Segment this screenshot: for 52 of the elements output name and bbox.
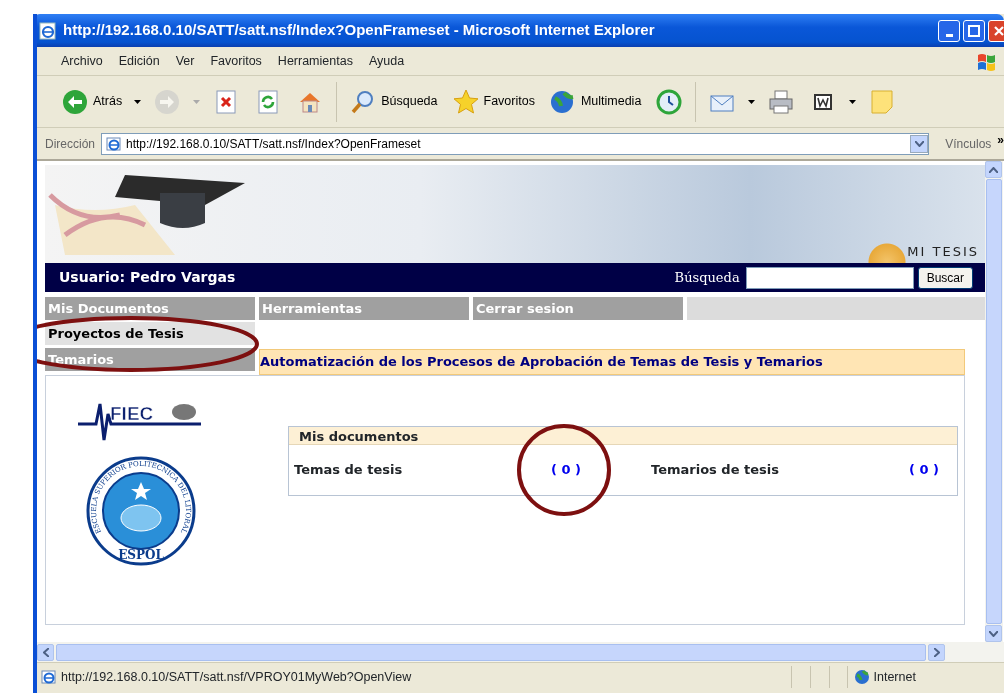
maximize-button[interactable] [963, 19, 985, 42]
browser-page-icon [39, 21, 57, 40]
menu-item[interactable]: Archivo [61, 51, 103, 71]
minimize-button[interactable] [938, 19, 960, 42]
horizontal-scrollbar[interactable] [37, 642, 1004, 662]
menu-item[interactable]: Favoritos [210, 51, 262, 71]
document-count[interactable]: ( 0 ) [551, 462, 581, 478]
globe-icon [854, 669, 871, 685]
star-icon [451, 87, 480, 116]
zone-text: Internet [873, 668, 916, 686]
browser-page-icon [106, 135, 122, 152]
dropdown-item[interactable]: Proyectos de Tesis [45, 322, 255, 345]
window-title: http://192.168.0.10/SATT/satt.nsf/Index?OpenFrameset - Microsoft Internet Explorer [63, 20, 655, 41]
scroll-up-icon [989, 166, 998, 173]
document-count[interactable]: ( 0 ) [909, 462, 939, 478]
menu-item[interactable]: Herramientas [277, 51, 353, 71]
minimize-icon [945, 34, 953, 37]
scroll-left-icon [42, 647, 49, 657]
status-text: http://192.168.0.10/SATT/satt.nsf/VPROY01MyWeb?OpenView [61, 668, 413, 686]
clock-icon [655, 87, 684, 116]
search-label: Búsqueda [674, 268, 740, 287]
toolbar-button[interactable]: Multimedia [546, 85, 644, 118]
panel-heading: Mis documentos [289, 427, 957, 445]
scroll-right-icon [933, 647, 940, 657]
document-label: Temarios de tesis [651, 461, 780, 480]
search-button[interactable]: Buscar [917, 266, 973, 289]
toolbar-button[interactable]: Favoritos [449, 85, 537, 118]
close-icon [993, 24, 1004, 37]
menu-item[interactable]: Edición [118, 51, 160, 71]
scroll-down-icon [989, 630, 998, 637]
links-label[interactable]: Vínculos [945, 134, 992, 153]
maximize-icon [968, 24, 980, 37]
search-field[interactable] [745, 266, 914, 289]
menu-item[interactable]: Ayuda [368, 51, 405, 71]
document-label: Temas de tesis [294, 461, 404, 480]
page-title: Automatización de los Procesos de Aprobación de Temas de Tesis y Temarios [259, 349, 965, 375]
browser-page-icon [41, 669, 57, 685]
vertical-scrollbar[interactable] [985, 161, 1003, 642]
toolbar-button[interactable]: Búsqueda [347, 85, 440, 118]
user-name: Usuario: Pedro Vargas [59, 268, 236, 287]
dropdown-caret-icon[interactable] [748, 99, 756, 104]
windows-logo-icon [976, 51, 998, 71]
close-button[interactable] [988, 19, 1004, 42]
more-chevron[interactable]: » [997, 130, 1004, 149]
menu-item[interactable]: Ver [175, 51, 195, 71]
printer-icon [767, 87, 796, 116]
address-label: Dirección [45, 135, 95, 153]
dropdown-caret-icon[interactable] [134, 99, 142, 104]
toolbar-button[interactable]: Atrás [59, 85, 125, 118]
address-field[interactable]: http://192.168.0.10/SATT/satt.nsf/Index?OpenFrameset [101, 132, 930, 155]
dropdown-caret-icon[interactable] [849, 99, 857, 104]
fiec-logo: FIEC [78, 398, 204, 442]
